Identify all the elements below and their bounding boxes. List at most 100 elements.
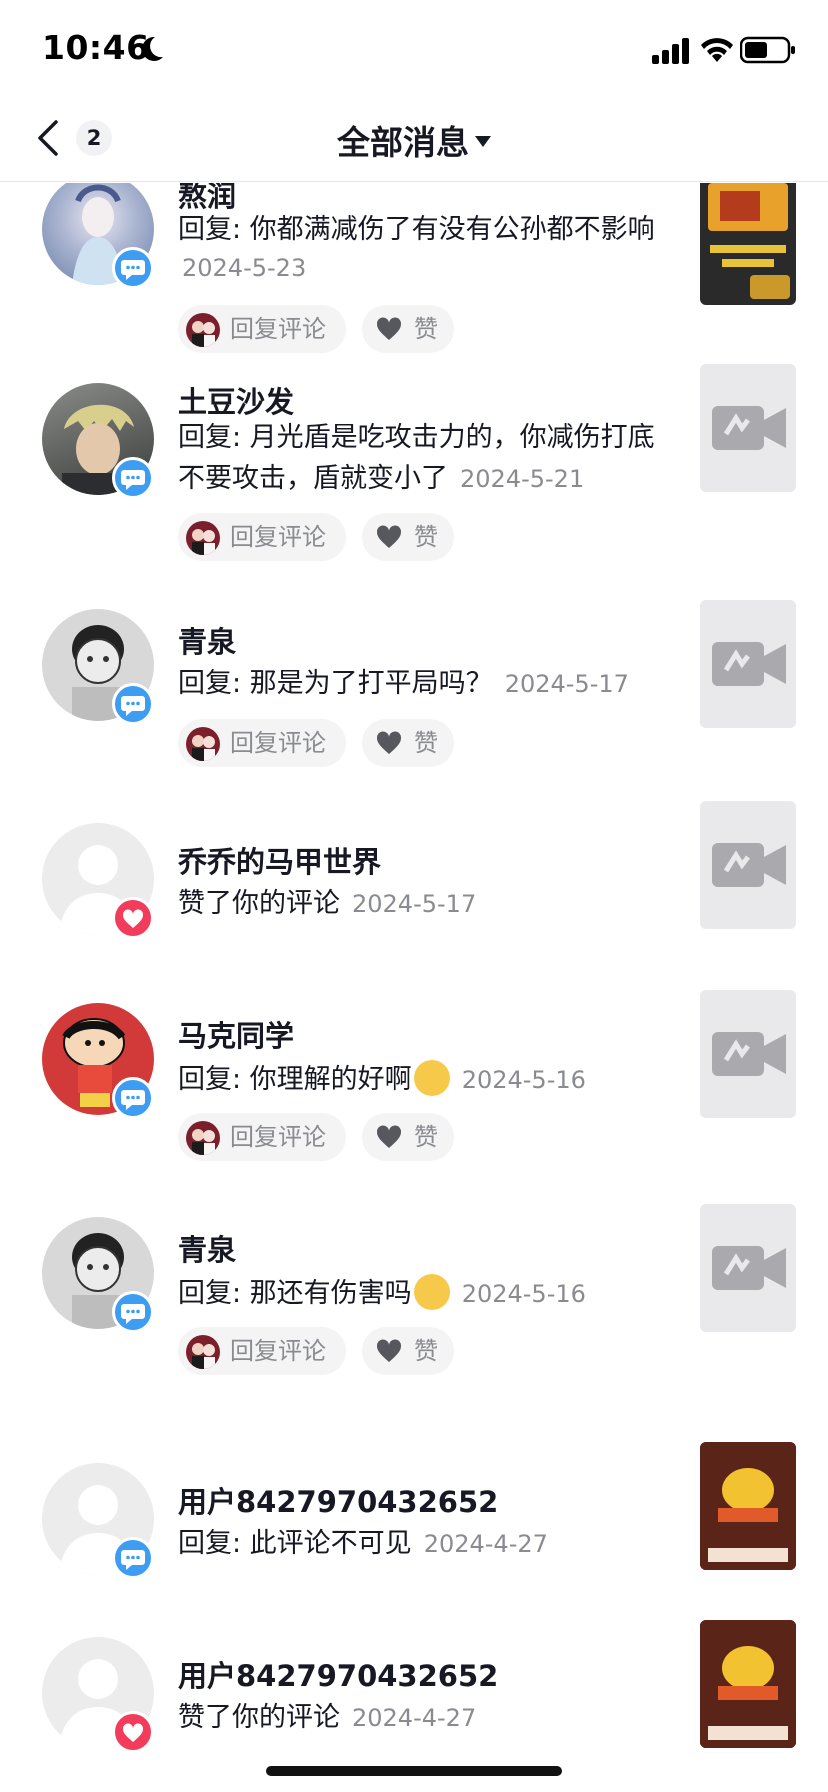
message-date: 2024-5-16 [461,1066,586,1094]
comment-badge-icon [112,1537,154,1579]
like-button[interactable]: 赞 [362,1113,454,1161]
list-item[interactable]: 青泉 回复: 那是为了打平局吗？ 2024-5-17 回复评论 赞 [0,600,828,789]
video-thumbnail[interactable] [700,1620,796,1748]
list-item[interactable]: 土豆沙发 回复: 月光盾是吃攻击力的，你减伤打底不要攻击，盾就变小了 2024-5… [0,364,828,585]
message-body: 回复: 你理解的好啊 [178,1064,412,1095]
message-text: 赞了你的评论 2024-4-27 [178,1697,678,1739]
comment-badge-icon [112,247,154,289]
message-text: 回复: 此评论不可见 2024-4-27 [178,1523,678,1565]
reply-label: 回复评论 [230,1337,326,1365]
like-label: 赞 [414,315,438,343]
like-label: 赞 [414,1123,438,1151]
like-button[interactable]: 赞 [362,513,454,561]
username[interactable]: 土豆沙发 [178,379,294,421]
heart-badge-icon [112,1711,154,1753]
username[interactable]: 用户8427970432652 [178,1479,498,1521]
like-label: 赞 [414,729,438,757]
message-filter-dropdown[interactable]: 全部消息 [0,116,828,164]
video-placeholder-icon [712,406,786,450]
reply-comment-button[interactable]: 回复评论 [178,1113,346,1161]
list-item[interactable]: 熬润 回复: 你都满减伤了有没有公孙都不影响 2024-5-23 回复评论 赞 [0,183,828,373]
my-avatar [186,313,220,347]
message-text: 回复: 那是为了打平局吗？ 2024-5-17 [178,663,738,705]
my-avatar [186,521,220,555]
reply-comment-button[interactable]: 回复评论 [178,305,346,353]
heart-badge-icon [112,897,154,939]
message-text: 回复: 你都满减伤了有没有公孙都不影响 2024-5-23 [178,209,678,286]
message-date: 2024-4-27 [352,1704,477,1732]
my-avatar [186,1335,220,1369]
clapping-emoji-icon [413,1059,450,1096]
video-thumbnail[interactable] [700,1442,796,1570]
message-list[interactable]: 熬润 回复: 你都满减伤了有没有公孙都不影响 2024-5-23 回复评论 赞 … [0,183,828,1792]
reply-label: 回复评论 [230,523,326,551]
message-body: 赞了你的评论 [178,888,340,919]
status-time: 10:46 [42,28,150,67]
cellular-signal-icon [652,38,689,64]
caret-down-icon [475,136,491,147]
message-text: 赞了你的评论 2024-5-17 [178,883,678,925]
wifi-icon [701,38,733,62]
heart-icon [376,731,402,754]
video-thumbnail[interactable] [700,990,796,1118]
home-indicator[interactable] [266,1766,562,1776]
message-body: 回复: 那还有伤害吗 [178,1278,412,1309]
pleading-emoji-icon [413,1273,450,1310]
reply-comment-button[interactable]: 回复评论 [178,513,346,561]
reply-label: 回复评论 [230,315,326,343]
list-item[interactable]: 乔乔的马甲世界 赞了你的评论 2024-5-17 [0,797,828,947]
video-thumbnail[interactable] [700,1204,796,1332]
reply-comment-button[interactable]: 回复评论 [178,719,346,767]
message-date: 2024-4-27 [423,1530,548,1558]
heart-icon [376,525,402,548]
comment-badge-icon [112,683,154,725]
comment-badge-icon [112,457,154,499]
page-title: 全部消息 [337,123,469,162]
video-thumbnail[interactable] [700,801,796,929]
reply-comment-button[interactable]: 回复评论 [178,1327,346,1375]
list-item[interactable]: 用户8427970432652 回复: 此评论不可见 2024-4-27 [0,1442,828,1613]
message-body: 赞了你的评论 [178,1702,340,1733]
username[interactable]: 乔乔的马甲世界 [178,839,381,881]
heart-icon [376,1339,402,1362]
my-avatar [186,727,220,761]
like-label: 赞 [414,523,438,551]
message-date: 2024-5-23 [182,254,307,282]
nav-bar: 2 全部消息 [0,96,828,182]
message-date: 2024-5-17 [504,670,629,698]
video-placeholder-icon [712,843,786,887]
message-body: 回复: 那是为了打平局吗？ [178,668,493,699]
username[interactable]: 马克同学 [178,1013,294,1055]
message-date: 2024-5-21 [460,465,585,493]
reply-label: 回复评论 [230,729,326,757]
username[interactable]: 青泉 [178,1227,236,1269]
battery-icon [740,36,795,64]
username[interactable]: 青泉 [178,619,236,661]
message-text: 回复: 你理解的好啊 2024-5-16 [178,1059,738,1101]
list-item[interactable]: 青泉 回复: 那还有伤害吗 2024-5-16 回复评论 赞 [0,1204,828,1397]
like-label: 赞 [414,1337,438,1365]
message-text: 回复: 那还有伤害吗 2024-5-16 [178,1273,738,1315]
video-placeholder-icon [712,642,786,686]
like-button[interactable]: 赞 [362,1327,454,1375]
heart-icon [376,1125,402,1148]
video-placeholder-icon [712,1246,786,1290]
reply-label: 回复评论 [230,1123,326,1151]
video-thumbnail[interactable] [700,183,796,305]
comment-badge-icon [112,1077,154,1119]
like-button[interactable]: 赞 [362,305,454,353]
video-thumbnail[interactable] [700,600,796,728]
moon-icon [142,36,163,61]
message-body: 回复: 你都满减伤了有没有公孙都不影响 [178,214,655,245]
comment-badge-icon [112,1291,154,1333]
message-text: 回复: 月光盾是吃攻击力的，你减伤打底不要攻击，盾就变小了 2024-5-21 [178,417,678,500]
video-placeholder-icon [712,1032,786,1076]
message-date: 2024-5-17 [352,890,477,918]
list-item[interactable]: 马克同学 回复: 你理解的好啊 2024-5-16 回复评论 赞 [0,990,828,1183]
video-thumbnail[interactable] [700,364,796,492]
message-date: 2024-5-16 [461,1280,586,1308]
list-item[interactable]: 用户8427970432652 赞了你的评论 2024-4-27 [0,1620,828,1787]
like-button[interactable]: 赞 [362,719,454,767]
username[interactable]: 用户8427970432652 [178,1653,498,1695]
my-avatar [186,1121,220,1155]
